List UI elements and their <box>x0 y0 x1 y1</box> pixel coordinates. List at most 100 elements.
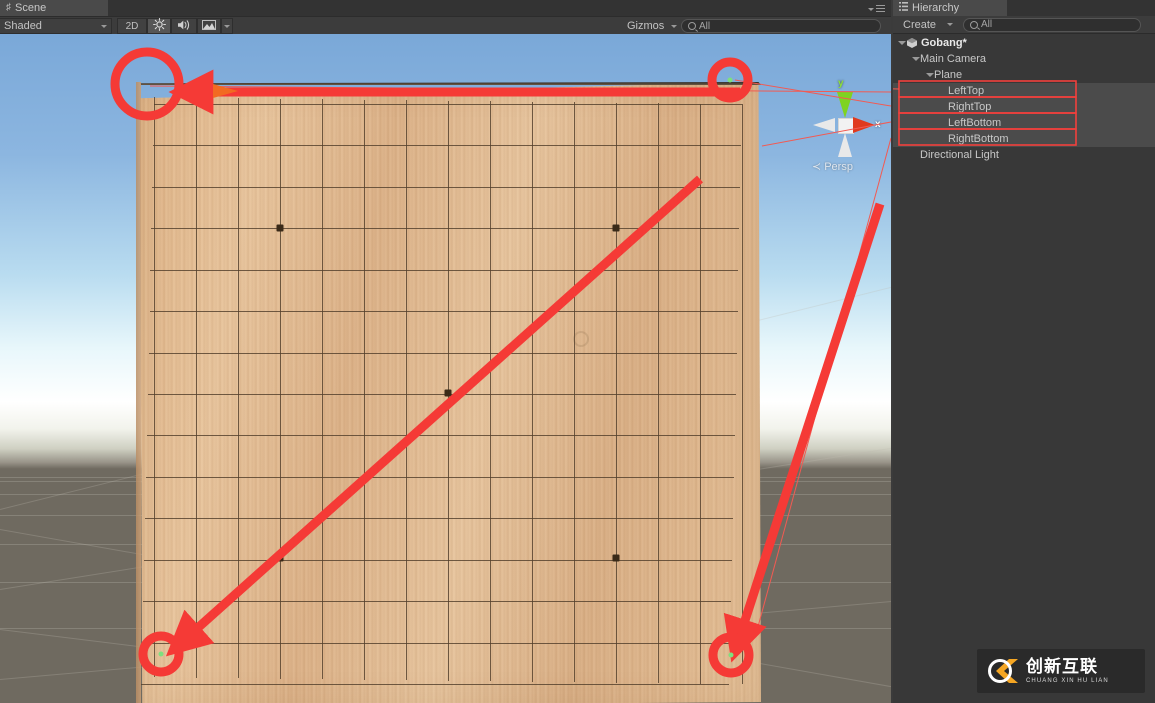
grid-line-h <box>142 642 731 644</box>
grid-line-v <box>700 103 701 684</box>
board-star-point <box>276 224 284 232</box>
hierarchy-item-label: LeftBottom <box>948 117 1002 129</box>
gizmo-z-axis-cone[interactable] <box>813 118 835 132</box>
audio-icon <box>177 19 191 34</box>
shading-mode-label: Shaded <box>4 20 42 32</box>
board-star-point <box>612 224 620 232</box>
grid-line-v <box>532 101 533 682</box>
hierarchy-tabbar: Hierarchy <box>893 0 1155 16</box>
expand-triangle-icon[interactable] <box>911 51 920 67</box>
grid-line-v <box>616 102 617 683</box>
chevron-down-icon <box>671 24 677 28</box>
toggle-effects-button[interactable] <box>197 18 221 34</box>
grid-line-h <box>144 559 733 561</box>
grid-line-v <box>490 101 491 681</box>
toggle-audio-button[interactable] <box>171 18 197 34</box>
hierarchy-item-label: RightTop <box>948 101 992 113</box>
tab-scene[interactable]: ♯ Scene <box>0 0 108 16</box>
panel-menu-icon <box>876 3 885 15</box>
chevron-down-icon <box>868 7 874 11</box>
watermark-en-text: CHUANG XIN HU LIAN <box>1026 678 1109 684</box>
tab-scene-label: Scene <box>15 2 47 14</box>
board-star-point <box>612 554 620 561</box>
gizmo-y-label: y <box>838 78 844 89</box>
toggle-2d-button[interactable]: 2D <box>117 18 147 34</box>
grid-line-h <box>143 601 732 603</box>
create-dropdown[interactable]: Create <box>899 17 957 33</box>
unity-scene-icon <box>906 37 918 49</box>
board-star-point <box>444 389 452 397</box>
grid-line-v <box>322 99 323 679</box>
expand-triangle-icon[interactable] <box>925 67 934 83</box>
hierarchy-item-righttop[interactable]: RightTop <box>893 99 1155 115</box>
grid-line-v <box>196 97 197 678</box>
board-grid <box>136 82 761 703</box>
scene-panel: ♯ Scene Shaded 2D Gizmos All y x ≺ Persp <box>0 0 891 703</box>
hierarchy-item-label: Gobang* <box>921 37 967 49</box>
scene-hash-icon: ♯ <box>6 2 11 13</box>
expand-triangle-icon[interactable] <box>897 35 906 51</box>
hierarchy-item-main-camera[interactable]: Main Camera <box>893 51 1155 67</box>
hierarchy-toolbar: Create All <box>893 16 1155 34</box>
gobang-board-object[interactable] <box>136 82 761 703</box>
watermark-cn-text: 创新互联 <box>1026 657 1098 676</box>
view-mode-label: Persp <box>824 160 853 173</box>
gizmo-y-neg-cone[interactable] <box>838 133 852 157</box>
search-icon <box>688 22 696 30</box>
gizmos-label: Gizmos <box>627 20 665 32</box>
board-star-point <box>276 554 284 561</box>
view-mode-indicator[interactable]: ≺ Persp <box>812 160 853 174</box>
scene-axis-gizmo[interactable]: y x <box>805 78 883 172</box>
tabbar-background <box>0 0 891 16</box>
hierarchy-search-input[interactable]: All <box>963 17 1141 32</box>
hierarchy-item-rightbottom[interactable]: RightBottom <box>893 131 1155 147</box>
gizmo-center-cube[interactable] <box>838 118 854 134</box>
grid-line-v <box>658 103 659 683</box>
create-label: Create <box>903 18 937 31</box>
grid-line-v <box>406 100 407 680</box>
gizmo-y-axis-cone[interactable] <box>837 92 853 118</box>
mode-2d-label: 2D <box>125 20 139 32</box>
persp-arrow-icon: ≺ <box>812 161 822 173</box>
hierarchy-item-label: Directional Light <box>920 149 999 161</box>
scene-panel-menu[interactable] <box>868 3 885 15</box>
grid-line-v <box>742 104 743 684</box>
grid-line-v <box>280 98 281 679</box>
hierarchy-item-leftbottom[interactable]: LeftBottom <box>893 115 1155 131</box>
scene-search-value: All <box>699 20 711 32</box>
hierarchy-item-label: Plane <box>934 69 963 81</box>
tab-hierarchy[interactable]: Hierarchy <box>893 0 1007 16</box>
hierarchy-item-label: Main Camera <box>920 53 987 65</box>
toggle-lighting-button[interactable] <box>147 18 171 34</box>
hierarchy-panel: Hierarchy Create All Gobang* Main Camera P… <box>893 0 1155 703</box>
hierarchy-item-gobang-[interactable]: Gobang* <box>893 35 1155 51</box>
scene-tabbar: ♯ Scene <box>0 0 891 16</box>
shading-mode-dropdown[interactable]: Shaded <box>0 18 112 34</box>
grid-line-h <box>145 476 734 478</box>
grid-line-h <box>145 518 733 520</box>
grid-line-h <box>141 684 730 685</box>
gizmo-x-label: x <box>875 119 881 130</box>
hierarchy-item-directional-light[interactable]: Directional Light <box>893 147 1155 163</box>
chevron-down-icon <box>101 24 107 28</box>
hierarchy-list-icon <box>899 2 908 14</box>
grid-line-h <box>147 394 736 395</box>
chevron-down-icon <box>947 23 953 26</box>
scene-viewport[interactable]: y x ≺ Persp <box>0 34 891 703</box>
hierarchy-item-label: RightBottom <box>948 133 1009 145</box>
grid-line-v <box>364 99 365 680</box>
hierarchy-item-lefttop[interactable]: LeftTop <box>893 83 1155 99</box>
cx-logo-icon <box>988 658 1018 684</box>
hierarchy-tree[interactable]: Gobang* Main Camera Plane LeftTop RightTop Le… <box>893 35 1155 703</box>
grid-line-h <box>146 435 735 437</box>
hierarchy-item-plane[interactable]: Plane <box>893 67 1155 83</box>
light-gizmo-icon <box>562 320 596 354</box>
effects-dropdown-button[interactable] <box>221 18 233 34</box>
scene-search-input[interactable]: All <box>681 19 881 33</box>
grid-line-v <box>154 97 155 677</box>
tab-hierarchy-label: Hierarchy <box>912 2 960 14</box>
gizmos-dropdown[interactable]: Gizmos <box>623 18 681 34</box>
gizmo-x-axis-cone[interactable] <box>853 117 875 133</box>
image-effects-icon <box>202 19 216 33</box>
grid-line-h <box>148 352 737 354</box>
